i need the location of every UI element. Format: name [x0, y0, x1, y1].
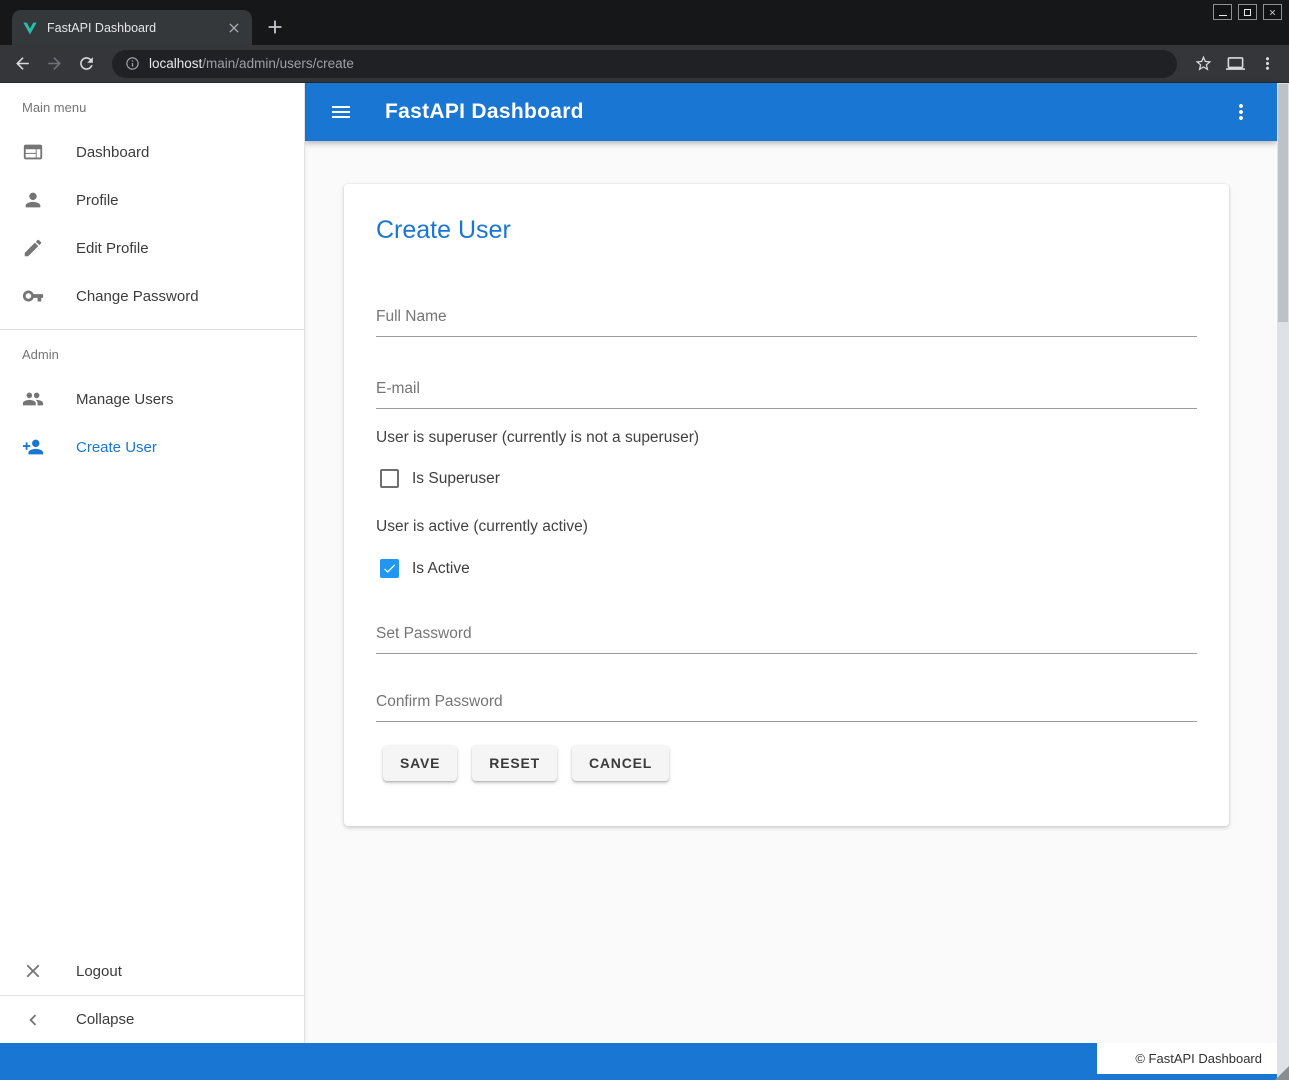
sidebar-item-profile[interactable]: Profile — [0, 176, 304, 224]
admin-header: Admin — [0, 330, 304, 375]
browser-window: FastAPI Dashboard localhost/m — [0, 0, 1289, 1080]
superuser-checkbox-label: Is Superuser — [412, 470, 500, 488]
tab-close-icon[interactable] — [226, 20, 242, 36]
confirm-password-field — [376, 692, 1197, 722]
kebab-menu-icon — [1229, 100, 1253, 124]
sidebar-item-logout[interactable]: Logout — [0, 947, 304, 995]
browser-menu-button[interactable] — [1255, 52, 1279, 76]
superuser-checkbox-row[interactable]: Is Superuser — [380, 469, 1197, 488]
sidebar-item-label: Change Password — [76, 288, 199, 305]
active-checkbox[interactable] — [380, 559, 399, 578]
superuser-hint: User is superuser (currently is not a su… — [376, 429, 1197, 447]
sidebar-item-change-password[interactable]: Change Password — [0, 272, 304, 320]
sidebar-item-label: Manage Users — [76, 391, 174, 408]
sidebar-item-collapse[interactable]: Collapse — [0, 996, 304, 1043]
person-add-icon — [22, 436, 44, 458]
reload-icon — [77, 54, 96, 73]
logout-x-icon — [22, 960, 44, 982]
tab-strip: FastAPI Dashboard — [0, 0, 1289, 45]
group-icon — [22, 388, 44, 410]
forward-icon — [45, 54, 64, 73]
forward-button[interactable] — [42, 52, 66, 76]
main-menu-header: Main menu — [0, 83, 304, 128]
sidebar-item-label: Profile — [76, 192, 119, 209]
tab-title: FastAPI Dashboard — [47, 21, 217, 35]
set-password-input[interactable] — [376, 624, 1197, 654]
page-content: Create User User is superuser (currently… — [305, 141, 1277, 1043]
dashboard-icon — [22, 141, 44, 163]
copyright-text: © FastAPI Dashboard — [1135, 1051, 1262, 1066]
sidebar-item-label: Dashboard — [76, 144, 149, 161]
browser-tab[interactable]: FastAPI Dashboard — [12, 10, 252, 45]
sidebar-item-edit-profile[interactable]: Edit Profile — [0, 224, 304, 272]
back-icon — [13, 54, 32, 73]
sidebar-bottom: Logout Collapse — [0, 947, 304, 1043]
footer-card: © FastAPI Dashboard — [1097, 1043, 1277, 1074]
active-hint: User is active (currently active) — [376, 518, 1197, 536]
bookmark-star-icon — [1194, 54, 1213, 73]
url-text: localhost/main/admin/users/create — [149, 56, 354, 71]
check-icon — [382, 561, 397, 576]
hamburger-icon — [329, 100, 353, 124]
sidebar-item-dashboard[interactable]: Dashboard — [0, 128, 304, 176]
kebab-menu-icon — [1258, 54, 1277, 73]
browser-panel-button[interactable] — [1223, 52, 1247, 76]
site-info-icon[interactable] — [125, 56, 140, 71]
maximize-button[interactable] — [1238, 4, 1257, 20]
bookmark-button[interactable] — [1191, 52, 1215, 76]
person-icon — [22, 189, 44, 211]
page-scrollbar[interactable] — [1277, 83, 1289, 1080]
form-actions: SAVE RESET CANCEL — [383, 745, 1197, 781]
sidebar: Main menu Dashboard Profile Edit Profile… — [0, 83, 305, 1043]
address-bar[interactable]: localhost/main/admin/users/create — [112, 50, 1177, 78]
confirm-password-input[interactable] — [376, 692, 1197, 722]
appbar-title: FastAPI Dashboard — [385, 100, 584, 124]
chevron-left-icon — [22, 1009, 44, 1031]
sidebar-item-label: Collapse — [76, 1011, 134, 1028]
pencil-icon — [22, 237, 44, 259]
active-checkbox-row[interactable]: Is Active — [380, 559, 1197, 578]
minimize-button[interactable] — [1213, 4, 1232, 20]
active-checkbox-label: Is Active — [412, 560, 470, 578]
cancel-button[interactable]: CANCEL — [572, 745, 669, 781]
save-button[interactable]: SAVE — [383, 745, 457, 781]
close-button[interactable] — [1263, 4, 1282, 20]
app-root: Main menu Dashboard Profile Edit Profile… — [0, 83, 1277, 1043]
app-footer: © FastAPI Dashboard — [0, 1043, 1277, 1080]
appbar-menu-button[interactable] — [1223, 94, 1259, 130]
sidebar-item-create-user[interactable]: Create User — [0, 423, 304, 471]
minimize-icon — [1219, 15, 1227, 16]
nav-drawer-toggle[interactable] — [323, 94, 359, 130]
maximize-icon — [1244, 9, 1251, 16]
sidebar-item-label: Edit Profile — [76, 240, 149, 257]
close-icon — [1268, 8, 1277, 17]
page-title: Create User — [376, 216, 1197, 245]
reload-button[interactable] — [74, 52, 98, 76]
email-input[interactable] — [376, 379, 1197, 409]
reset-button[interactable]: RESET — [472, 745, 557, 781]
window-controls — [1213, 4, 1282, 20]
browser-toolbar: localhost/main/admin/users/create — [0, 45, 1289, 83]
app-bar: FastAPI Dashboard — [305, 83, 1277, 141]
sidebar-item-manage-users[interactable]: Manage Users — [0, 375, 304, 423]
sidebar-item-label: Logout — [76, 963, 122, 980]
new-tab-icon[interactable] — [264, 16, 286, 38]
create-user-card: Create User User is superuser (currently… — [344, 184, 1229, 826]
window-resize-grip[interactable] — [1275, 1066, 1289, 1080]
email-field — [376, 379, 1197, 409]
back-button[interactable] — [10, 52, 34, 76]
scrollbar-thumb[interactable] — [1278, 84, 1288, 322]
browser-panel-icon — [1226, 54, 1245, 73]
vuetify-logo-icon — [22, 20, 38, 36]
main-area: FastAPI Dashboard Create User User is su… — [305, 83, 1277, 1043]
set-password-field — [376, 624, 1197, 654]
url-host: localhost — [149, 56, 202, 71]
full-name-input[interactable] — [376, 307, 1197, 337]
sidebar-item-label: Create User — [76, 439, 157, 456]
full-name-field — [376, 307, 1197, 337]
superuser-checkbox[interactable] — [380, 469, 399, 488]
key-icon — [22, 285, 44, 307]
url-path: /main/admin/users/create — [202, 56, 354, 71]
